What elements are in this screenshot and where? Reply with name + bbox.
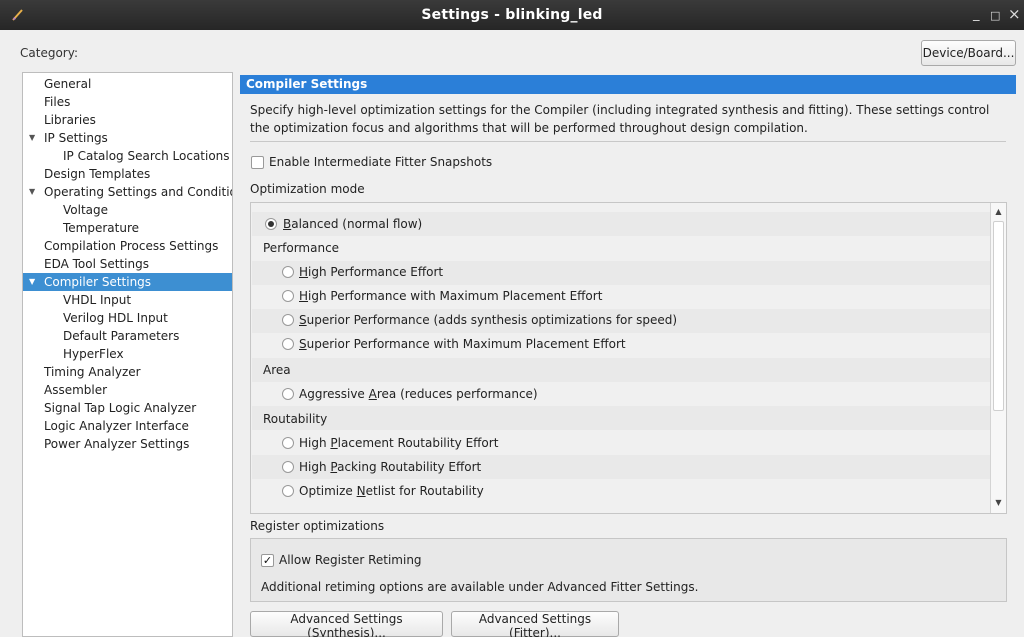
tree-item[interactable]: Logic Analyzer Interface <box>23 417 232 435</box>
scroll-up-icon[interactable]: ▲ <box>991 205 1006 219</box>
expand-arrow-icon[interactable]: ▼ <box>29 273 35 291</box>
tree-item-label: Power Analyzer Settings <box>44 437 190 451</box>
scrollbar-thumb[interactable] <box>993 221 1004 411</box>
performance-option-label[interactable]: Superior Performance with Maximum Placem… <box>299 337 626 351</box>
category-tree[interactable]: General Files Libraries ▼ IP Settings IP Cata… <box>22 72 233 637</box>
tree-item-label: HyperFlex <box>63 347 124 361</box>
performance-label: Performance <box>263 241 340 255</box>
tree-item[interactable]: Temperature <box>23 219 232 237</box>
tree-item-label: Libraries <box>44 113 96 127</box>
minimize-icon[interactable]: _ <box>973 7 980 22</box>
tree-item[interactable]: HyperFlex <box>23 345 232 363</box>
tree-item-label: Compilation Process Settings <box>44 239 219 253</box>
tree-item-label: General <box>44 77 92 91</box>
tree-item[interactable]: Assembler <box>23 381 232 399</box>
tree-item[interactable]: Power Analyzer Settings <box>23 435 232 453</box>
register-optimizations-label: Register optimizations <box>250 519 385 533</box>
tree-item[interactable]: Verilog HDL Input <box>23 309 232 327</box>
tree-item-label: IP Catalog Search Locations <box>63 149 230 163</box>
advanced-synthesis-button[interactable]: Advanced Settings (Synthesis)... <box>250 611 443 637</box>
tree-item-label: Files <box>44 95 71 109</box>
balanced-radio[interactable] <box>265 218 277 230</box>
tree-item[interactable]: EDA Tool Settings <box>23 255 232 273</box>
tree-item-label: Default Parameters <box>63 329 180 343</box>
routability-option-label[interactable]: High Packing Routability Effort <box>299 460 481 474</box>
performance-radio[interactable] <box>282 314 294 326</box>
maximize-icon[interactable]: □ <box>990 9 1000 22</box>
tree-item-label: EDA Tool Settings <box>44 257 149 271</box>
optimization-mode-label: Optimization mode <box>250 182 365 196</box>
performance-radio[interactable] <box>282 338 294 350</box>
balanced-label[interactable]: Balanced (normal flow) <box>283 217 422 231</box>
tree-item-label: Temperature <box>63 221 140 235</box>
allow-retiming-checkbox[interactable]: ✓ <box>261 554 274 567</box>
routability-radio[interactable] <box>282 461 294 473</box>
tree-item[interactable]: Timing Analyzer <box>23 363 232 381</box>
tree-item-label: Design Templates <box>44 167 151 181</box>
tree-item[interactable]: General <box>23 75 232 93</box>
close-icon[interactable]: × <box>1008 5 1021 23</box>
register-optimizations-box: ✓ Allow Register Retiming Additional ret… <box>250 538 1007 602</box>
performance-option-label[interactable]: High Performance with Maximum Placement … <box>299 289 602 303</box>
tree-item[interactable]: Libraries <box>23 111 232 129</box>
performance-option-label[interactable]: High Performance Effort <box>299 265 443 279</box>
enable-snapshots-checkbox[interactable] <box>251 156 264 169</box>
panel-header: Compiler Settings <box>240 75 1016 94</box>
tree-item-label: IP Settings <box>44 131 108 145</box>
routability-label: Routability <box>263 412 328 426</box>
vertical-scrollbar[interactable]: ▲ ▼ <box>990 203 1006 513</box>
tree-item[interactable]: Signal Tap Logic Analyzer <box>23 399 232 417</box>
optimization-mode-list: Balanced (normal flow) Performance High … <box>250 202 1007 514</box>
tree-item-label: Operating Settings and Conditions <box>44 185 233 199</box>
expand-arrow-icon[interactable]: ▼ <box>29 129 35 147</box>
advanced-fitter-button[interactable]: Advanced Settings (Fitter)... <box>451 611 619 637</box>
tree-item[interactable]: ▼ IP Settings <box>23 129 232 147</box>
tree-item[interactable]: Files <box>23 93 232 111</box>
tree-item-label: Voltage <box>63 203 109 217</box>
panel-description: Specify high-level optimization settings… <box>250 103 990 135</box>
tree-item[interactable]: Compilation Process Settings <box>23 237 232 255</box>
tree-item-label: Signal Tap Logic Analyzer <box>44 401 197 415</box>
row-stripe <box>252 358 990 382</box>
retiming-note: Additional retiming options are availabl… <box>261 580 699 594</box>
tree-item[interactable]: IP Catalog Search Locations <box>23 147 232 165</box>
title-bar: Settings - blinking_led _ □ × <box>0 0 1024 30</box>
tree-item-label: Timing Analyzer <box>44 365 141 379</box>
area-option-label[interactable]: Aggressive Area (reduces performance) <box>299 387 538 401</box>
performance-radio[interactable] <box>282 266 294 278</box>
routability-option-label[interactable]: High Placement Routability Effort <box>299 436 498 450</box>
routability-radio[interactable] <box>282 437 294 449</box>
tree-item[interactable]: ▼ Compiler Settings <box>23 273 232 291</box>
device-board-button[interactable]: Device/Board... <box>921 40 1016 66</box>
performance-option-label[interactable]: Superior Performance (adds synthesis opt… <box>299 313 677 327</box>
enable-snapshots-label[interactable]: Enable Intermediate Fitter Snapshots <box>269 155 492 169</box>
compiler-settings-panel: Compiler Settings Specify high-level opt… <box>240 72 1016 637</box>
category-label: Category: <box>20 46 78 60</box>
tree-item-label: VHDL Input <box>63 293 132 307</box>
tree-item[interactable]: ▼ Operating Settings and Conditions <box>23 183 232 201</box>
tree-item[interactable]: Default Parameters <box>23 327 232 345</box>
performance-radio[interactable] <box>282 290 294 302</box>
divider <box>250 141 1006 142</box>
expand-arrow-icon[interactable]: ▼ <box>29 183 35 201</box>
row-stripe <box>252 406 990 430</box>
window-title: Settings - blinking_led <box>421 7 603 23</box>
tree-item[interactable]: Design Templates <box>23 165 232 183</box>
tree-item-label: Verilog HDL Input <box>63 311 168 325</box>
tree-item-label: Logic Analyzer Interface <box>44 419 189 433</box>
tree-item-label: Assembler <box>44 383 108 397</box>
tree-item[interactable]: VHDL Input <box>23 291 232 309</box>
area-label: Area <box>263 363 291 377</box>
area-radio[interactable] <box>282 388 294 400</box>
scroll-down-icon[interactable]: ▼ <box>991 496 1006 510</box>
allow-retiming-label[interactable]: Allow Register Retiming <box>279 553 422 567</box>
routability-option-label[interactable]: Optimize Netlist for Routability <box>299 484 484 498</box>
tree-item[interactable]: Voltage <box>23 201 232 219</box>
routability-radio[interactable] <box>282 485 294 497</box>
tree-item-label: Compiler Settings <box>44 275 152 289</box>
